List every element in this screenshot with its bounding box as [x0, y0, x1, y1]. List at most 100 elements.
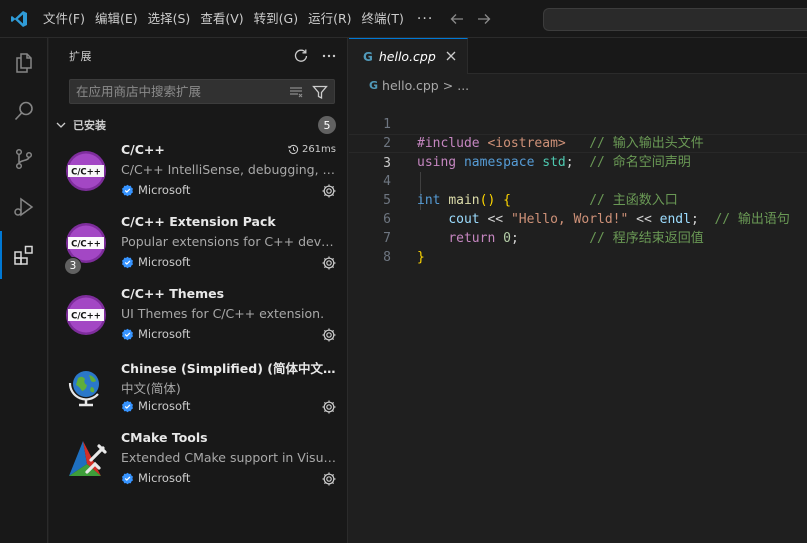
history-icon — [288, 144, 298, 155]
cpp-icon: C/C++ — [66, 295, 106, 335]
cmake-icon — [69, 441, 107, 476]
menu-bar: 文件(F) 编辑(E) 选择(S) 查看(V) 转到(G) 运行(R) 终端(T… — [38, 0, 441, 38]
source-control-icon[interactable] — [0, 135, 48, 183]
code-line: 7 } — [349, 210, 807, 265]
menu-more-button[interactable]: ··· — [409, 11, 441, 27]
code-line: 1 #include <iostream> // 输入输出头文件 — [349, 96, 807, 151]
editor-tabs: G hello.cpp — [349, 38, 807, 74]
menu-selection[interactable]: 选择(S) — [143, 0, 196, 38]
extension-search-input[interactable] — [70, 84, 286, 99]
svg-text:C/C++: C/C++ — [71, 240, 101, 250]
extension-description: C/C++ IntelliSense, debugging, and code … — [121, 162, 339, 177]
menu-edit[interactable]: 编辑(E) — [90, 0, 143, 38]
manage-gear-icon[interactable] — [320, 326, 338, 344]
breadcrumb: G hello.cpp > ... — [349, 74, 807, 96]
tab-label: hello.cpp — [378, 49, 436, 64]
extension-name: Chinese (Simplified) (简体中文) Language Pac… — [121, 361, 339, 376]
refresh-icon[interactable] — [291, 46, 311, 66]
forward-arrow-icon[interactable] — [473, 8, 495, 30]
code-line-current: 3 — [349, 134, 807, 171]
extension-publisher: Microsoft — [121, 327, 190, 341]
menu-file[interactable]: 文件(F) — [38, 0, 90, 38]
installed-section-title: 已安装 — [73, 119, 106, 132]
extension-name: C/C++ Themes — [121, 286, 225, 301]
verified-icon — [122, 256, 133, 268]
activity-bar — [0, 38, 48, 543]
activation-time-label: 261ms — [301, 144, 336, 155]
code-line: 2 using namespace std; // 命名空间声明 — [349, 115, 807, 170]
installed-count-badge: 5 — [318, 116, 336, 134]
title-bar: 文件(F) 编辑(E) 选择(S) 查看(V) 转到(G) 运行(R) 终端(T… — [0, 0, 807, 38]
manage-gear-icon[interactable] — [320, 470, 338, 488]
verified-icon — [122, 184, 133, 196]
extension-description: Extended CMake support in Visual Studio … — [121, 450, 339, 465]
activation-time: 261ms — [288, 144, 336, 155]
chevron-down-icon — [56, 122, 66, 128]
sidebar-header: 扩展 — [49, 38, 347, 74]
manage-gear-icon[interactable] — [320, 254, 338, 272]
verified-icon — [122, 328, 133, 340]
publisher-name: Microsoft — [138, 399, 191, 413]
line-number: 8 — [383, 250, 391, 265]
explorer-icon[interactable] — [0, 39, 48, 87]
extension-item-cpp[interactable]: C/C++ C/C++ 261ms C/C++ IntelliSense, de… — [49, 138, 348, 210]
extension-description: Popular extensions for C++ development i… — [121, 234, 339, 249]
code-editor[interactable]: 1 #include <iostream> // 输入输出头文件 2 using… — [349, 96, 807, 265]
extension-description: 中文(简体) — [121, 381, 181, 396]
extension-description: UI Themes for C/C++ extension. — [121, 306, 325, 321]
extension-publisher: Microsoft — [121, 255, 190, 269]
verified-icon — [122, 472, 133, 484]
back-arrow-icon[interactable] — [446, 8, 468, 30]
run-debug-icon[interactable] — [0, 183, 48, 231]
extensions-icon[interactable] — [0, 231, 48, 279]
publisher-name: Microsoft — [138, 327, 191, 341]
extension-name: C/C++ Extension Pack — [121, 214, 276, 229]
breadcrumb-separator: > — [442, 77, 454, 93]
manage-gear-icon[interactable] — [320, 182, 338, 200]
cpp-icon: C/C++ — [66, 151, 106, 191]
editor-area: G hello.cpp G hello.cpp > ... 1 #include… — [349, 38, 807, 543]
sidebar-title: 扩展 — [69, 50, 92, 63]
publisher-name: Microsoft — [138, 183, 191, 197]
extension-item-cpp-themes[interactable]: C/C++ C/C++ Themes UI Themes for C/C++ e… — [49, 282, 348, 354]
menu-terminal[interactable]: 终端(T) — [357, 0, 409, 38]
search-icon[interactable] — [0, 87, 48, 135]
publisher-name: Microsoft — [138, 471, 191, 485]
extension-item-chinese-language-pack[interactable]: Chinese (Simplified) (简体中文) Language Pac… — [49, 354, 348, 426]
code-line: 8 — [349, 229, 807, 265]
publisher-name: Microsoft — [138, 255, 191, 269]
more-actions-icon[interactable] — [319, 46, 339, 66]
extension-name: CMake Tools — [121, 430, 208, 445]
verified-icon — [122, 400, 133, 412]
code-line: 5 cout << "Hello, World!" << endl; // 输出… — [349, 172, 807, 227]
breadcrumb-file[interactable]: hello.cpp — [382, 78, 439, 93]
breadcrumb-symbols[interactable]: ... — [457, 78, 469, 93]
clear-filter-icon[interactable] — [286, 82, 306, 102]
vscode-logo-icon — [0, 0, 38, 38]
code-line: 6 return 0; // 程序结束返回值 — [349, 191, 807, 246]
extension-pack-count-badge: 3 — [64, 257, 82, 275]
menu-view[interactable]: 查看(V) — [195, 0, 248, 38]
svg-text:C/C++: C/C++ — [71, 168, 101, 178]
extension-publisher: Microsoft — [121, 471, 190, 485]
extension-name: C/C++ — [121, 142, 165, 157]
cpp-file-icon: G — [363, 49, 373, 64]
menu-run[interactable]: 运行(R) — [303, 0, 356, 38]
extension-item-cmake-tools[interactable]: CMake Tools Extended CMake support in Vi… — [49, 426, 348, 498]
extension-publisher: Microsoft — [121, 183, 190, 197]
svg-text:C/C++: C/C++ — [71, 312, 101, 322]
code-line: 4 int main() { // 主函数入口 — [349, 153, 807, 208]
cpp-file-icon: G — [369, 78, 379, 92]
tab-hello-cpp[interactable]: G hello.cpp — [349, 38, 468, 74]
command-center-search[interactable] — [543, 8, 807, 31]
extension-search-box — [69, 79, 335, 104]
close-icon[interactable] — [443, 48, 459, 64]
extensions-sidebar: 扩展 已安装 5 — [49, 38, 348, 543]
manage-gear-icon[interactable] — [320, 398, 338, 416]
menu-go[interactable]: 转到(G) — [249, 0, 303, 38]
globe-icon — [68, 371, 99, 407]
installed-section-header[interactable]: 已安装 5 — [49, 114, 348, 136]
filter-icon[interactable] — [310, 82, 330, 102]
extension-list: C/C++ C/C++ 261ms C/C++ IntelliSense, de… — [49, 138, 348, 498]
extension-item-cpp-pack[interactable]: C/C++ C/C++ Extension Pack Popular exten… — [49, 210, 348, 282]
